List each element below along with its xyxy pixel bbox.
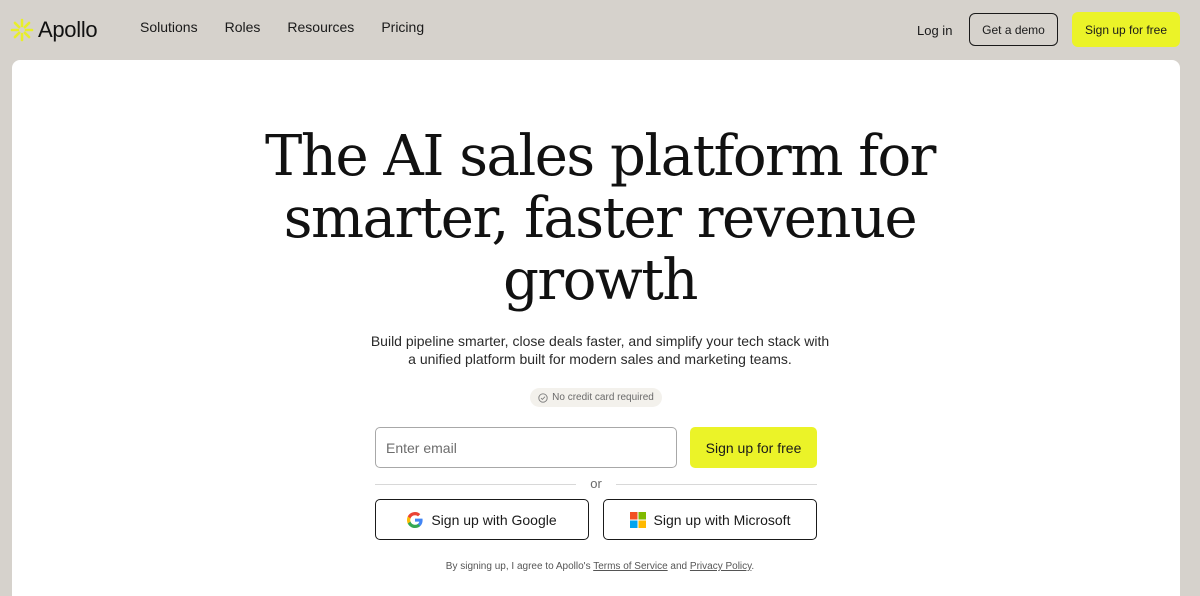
nav-item-resources[interactable]: Resources [287,19,354,35]
top-nav: Apollo Solutions Roles Resources Pricing… [0,0,1200,60]
login-link[interactable]: Log in [917,23,952,38]
check-circle-icon [538,392,548,403]
brand-name: Apollo [38,17,98,42]
headline-line-1: The AI sales platform for [265,124,936,189]
apollo-logo[interactable]: Apollo [10,16,98,44]
microsoft-signup-button[interactable]: Sign up with Microsoft [603,499,817,540]
no-credit-card-badge: No credit card required [530,388,662,407]
legal-prefix: By signing up, I agree to Apollo's [445,561,594,572]
microsoft-signup-label: Sign up with Microsoft [653,511,791,528]
divider-left [375,484,576,485]
google-signup-label: Sign up with Google [431,511,557,528]
nav-item-roles[interactable]: Roles [225,19,261,35]
subtitle-line-1: Build pipeline smarter, close deals fast… [370,333,830,349]
nav-item-solutions[interactable]: Solutions [140,19,198,35]
divider-or: or [590,476,602,491]
legal-middle: and [667,561,690,572]
terms-of-service-link[interactable]: Terms of Service [593,561,667,572]
subtitle-line-2: a unified platform built for modern sale… [408,351,792,367]
hero-subtitle: Build pipeline smarter, close deals fast… [0,332,1200,368]
divider-right [616,484,817,485]
headline-line-3: growth [503,248,698,313]
badge-text: No credit card required [552,392,654,403]
google-icon [407,511,423,528]
nav-signup-button[interactable]: Sign up for free [1072,12,1180,47]
legal-text: By signing up, I agree to Apollo's Terms… [0,561,1200,572]
privacy-policy-link[interactable]: Privacy Policy [690,561,752,572]
hero-headline: The AI sales platform for smarter, faste… [0,126,1200,312]
legal-suffix: . [751,561,755,572]
nav-links: Solutions Roles Resources Pricing [140,19,451,35]
signup-button[interactable]: Sign up for free [690,427,817,468]
headline-line-2: smarter, faster revenue [283,186,918,251]
get-demo-button[interactable]: Get a demo [969,13,1058,46]
nav-item-pricing[interactable]: Pricing [381,19,424,35]
google-signup-button[interactable]: Sign up with Google [375,499,589,540]
email-input[interactable] [375,427,677,468]
microsoft-icon [629,511,646,528]
apollo-asterisk-icon [10,18,34,42]
